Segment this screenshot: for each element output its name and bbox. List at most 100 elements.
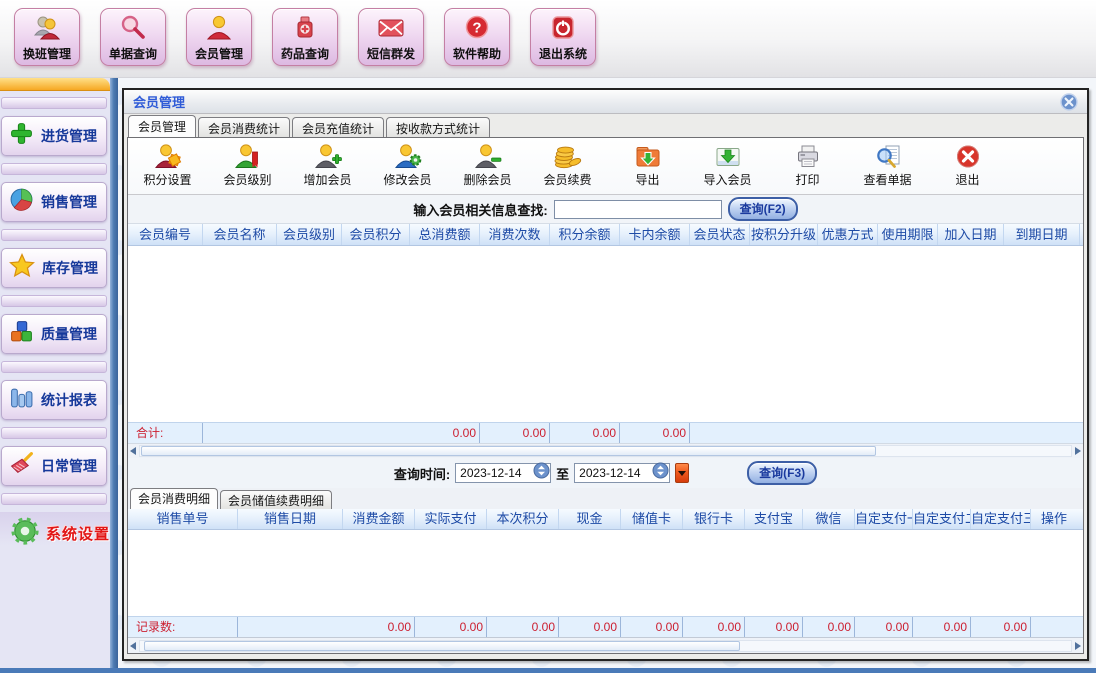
scrollbar-thumb[interactable] xyxy=(144,641,740,651)
member-search-input[interactable] xyxy=(554,200,722,219)
sidebar-item-reports[interactable]: 统计报表 xyxy=(1,380,107,420)
query-f3-button[interactable]: 查询(F3) xyxy=(747,461,817,485)
column-header[interactable]: 使用期限 xyxy=(878,224,938,245)
cubes-icon xyxy=(9,319,34,349)
column-header[interactable]: 卡内余额 xyxy=(620,224,690,245)
column-header[interactable]: 本次积分 xyxy=(487,509,559,529)
print-button[interactable]: 打印 xyxy=(774,141,841,194)
toolbar-button-medicine-search[interactable]: 药品查询 xyxy=(272,8,338,66)
close-icon[interactable] xyxy=(1060,93,1078,111)
person-plus-icon xyxy=(314,141,342,170)
members-table-body[interactable] xyxy=(128,246,1083,422)
tab-member-management[interactable]: 会员管理 xyxy=(128,115,196,137)
member-toolbar-label: 删除会员 xyxy=(463,171,511,188)
scroll-left-arrow[interactable] xyxy=(130,642,136,650)
member-action-toolbar: 积分设置 会员级别 xyxy=(128,138,1083,195)
column-header[interactable]: 到期日期 xyxy=(1004,224,1080,245)
column-header[interactable]: 自定支付一 xyxy=(855,509,913,529)
import-member-button[interactable]: 导入会员 xyxy=(694,141,761,194)
spinner-icon[interactable] xyxy=(652,462,669,484)
column-header[interactable]: 销售日期 xyxy=(238,509,343,529)
renew-member-button[interactable]: 会员续费 xyxy=(534,141,601,194)
scroll-left-arrow[interactable] xyxy=(130,447,136,455)
tab-consume-detail[interactable]: 会员消费明细 xyxy=(130,488,218,509)
pie-chart-icon xyxy=(9,187,34,217)
column-header[interactable]: 会员状态 xyxy=(690,224,750,245)
shift-people-icon xyxy=(32,13,62,43)
help-question-icon: ? xyxy=(463,13,491,43)
member-level-button[interactable]: 会员级别 xyxy=(214,141,281,194)
sidebar-item-inventory[interactable]: 库存管理 xyxy=(1,248,107,288)
tab-recharge-stats[interactable]: 会员充值统计 xyxy=(292,117,384,137)
date-from-field[interactable]: 2023-12-14 xyxy=(455,463,551,483)
sidebar-item-settings[interactable]: 系统设置 xyxy=(0,512,110,554)
column-header[interactable]: 会员级别 xyxy=(277,224,342,245)
search-f2-button[interactable]: 查询(F2) xyxy=(728,197,798,221)
record-value: 0.00 xyxy=(621,617,683,638)
toolbar-button-exit-system[interactable]: 退出系统 xyxy=(530,8,596,66)
scrollbar-thumb[interactable] xyxy=(141,446,876,456)
column-header[interactable]: 销售单号 xyxy=(128,509,238,529)
member-toolbar-label: 导入会员 xyxy=(703,171,751,188)
column-header[interactable]: 现金 xyxy=(559,509,621,529)
view-receipt-button[interactable]: 查看单据 xyxy=(854,141,921,194)
scrollbar-track[interactable] xyxy=(139,640,1072,652)
coins-icon xyxy=(554,141,582,170)
member-toolbar-label: 查看单据 xyxy=(863,171,911,188)
column-header[interactable]: 自定支付二 xyxy=(913,509,971,529)
sidebar-item-label: 销售管理 xyxy=(41,192,97,212)
column-header[interactable]: 会员积分 xyxy=(342,224,410,245)
detail-table-body[interactable] xyxy=(128,530,1083,616)
export-folder-icon xyxy=(634,141,662,170)
members-hscrollbar xyxy=(128,443,1083,458)
scroll-right-arrow[interactable] xyxy=(1075,642,1081,650)
sidebar-item-daily[interactable]: 日常管理 xyxy=(1,446,107,486)
toolbar-button-shift[interactable]: 换班管理 xyxy=(14,8,80,66)
column-header[interactable]: 加入日期 xyxy=(938,224,1004,245)
sidebar-item-quality[interactable]: 质量管理 xyxy=(1,314,107,354)
column-header[interactable]: 总消费额 xyxy=(410,224,480,245)
sidebar-item-purchase[interactable]: 进货管理 xyxy=(1,116,107,156)
totals-label: 合计: xyxy=(128,423,203,444)
sidebar-item-sales[interactable]: 销售管理 xyxy=(1,182,107,222)
column-header[interactable]: 操作 xyxy=(1031,509,1077,529)
sidebar-separator xyxy=(1,229,107,241)
column-header[interactable]: 实际支付 xyxy=(415,509,487,529)
edit-member-button[interactable]: 修改会员 xyxy=(374,141,441,194)
column-header[interactable]: 储值卡 xyxy=(621,509,683,529)
exit-button[interactable]: 退出 xyxy=(934,141,1001,194)
record-value: 0.00 xyxy=(487,617,559,638)
tab-payment-method-stats[interactable]: 按收款方式统计 xyxy=(386,117,490,137)
spinner-icon[interactable] xyxy=(533,462,550,484)
add-member-button[interactable]: 增加会员 xyxy=(294,141,361,194)
scroll-right-arrow[interactable] xyxy=(1075,447,1081,455)
date-dropdown-button[interactable] xyxy=(675,463,689,483)
column-header[interactable]: 会员名称 xyxy=(203,224,277,245)
delete-member-button[interactable]: 删除会员 xyxy=(454,141,521,194)
points-settings-button[interactable]: 积分设置 xyxy=(134,141,201,194)
column-header[interactable]: 消费次数 xyxy=(480,224,550,245)
tab-stored-value-detail[interactable]: 会员储值续费明细 xyxy=(220,490,332,509)
toolbar-button-label: 单据查询 xyxy=(109,45,157,62)
export-button[interactable]: 导出 xyxy=(614,141,681,194)
sidebar-orange-cap xyxy=(0,78,110,91)
tab-consume-stats[interactable]: 会员消费统计 xyxy=(198,117,290,137)
column-header[interactable]: 按积分升级 xyxy=(750,224,818,245)
column-header[interactable]: 自定支付三 xyxy=(971,509,1031,529)
toolbar-button-member[interactable]: 会员管理 xyxy=(186,8,252,66)
column-header[interactable]: 银行卡 xyxy=(683,509,745,529)
toolbar-button-sms[interactable]: 短信群发 xyxy=(358,8,424,66)
member-toolbar-label: 打印 xyxy=(795,171,819,188)
column-header[interactable]: 支付宝 xyxy=(745,509,803,529)
members-table-header: 会员编号 会员名称 会员级别 会员积分 总消费额 消费次数 积分余额 卡内余额 … xyxy=(128,224,1083,246)
toolbar-button-receipt-search[interactable]: 单据查询 xyxy=(100,8,166,66)
column-header[interactable]: 会员编号 xyxy=(128,224,203,245)
member-toolbar-label: 修改会员 xyxy=(383,171,431,188)
toolbar-button-help[interactable]: ? 软件帮助 xyxy=(444,8,510,66)
column-header[interactable]: 优惠方式 xyxy=(818,224,878,245)
date-to-field[interactable]: 2023-12-14 xyxy=(574,463,670,483)
column-header[interactable]: 积分余额 xyxy=(550,224,620,245)
column-header[interactable]: 微信 xyxy=(803,509,855,529)
column-header[interactable]: 消费金额 xyxy=(343,509,415,529)
scrollbar-track[interactable] xyxy=(139,445,1072,457)
